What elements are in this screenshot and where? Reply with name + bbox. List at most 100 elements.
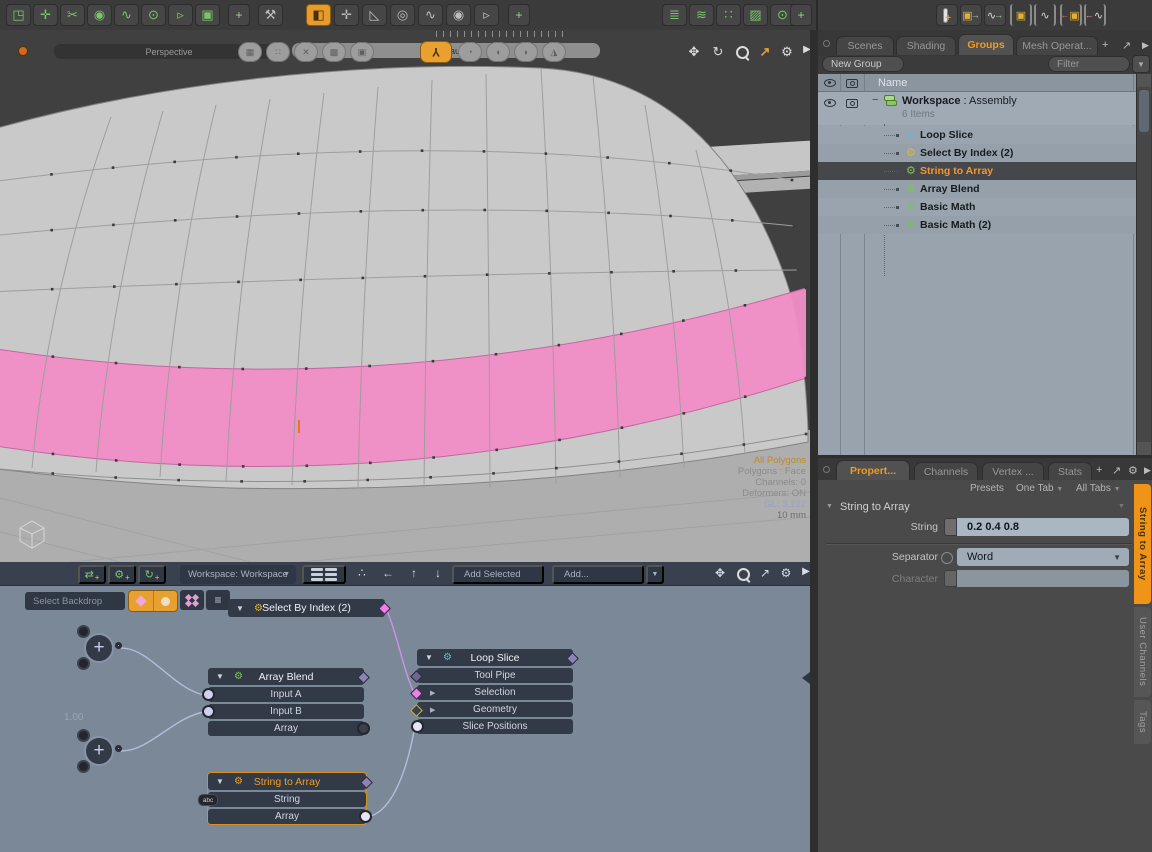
scrollbar-thumb[interactable] — [1139, 90, 1149, 132]
pan-view-icon[interactable]: ✥ — [684, 44, 704, 60]
axis-overlay-toggle-icon[interactable]: Y — [420, 41, 452, 63]
list-item-loop-slice[interactable]: ⚙ Loop Slice — [818, 126, 1136, 144]
add-tab-icon[interactable]: + — [1096, 464, 1102, 476]
eye-icon[interactable] — [824, 99, 836, 107]
node-string-to-array[interactable]: ▼ ⚙ String to Array String abc Array — [207, 772, 367, 825]
section-header-string-to-array[interactable]: ▼ String to Array ▼ — [818, 499, 1134, 517]
diamond-style-button[interactable] — [129, 591, 154, 611]
move-tool-icon[interactable]: ✛ — [33, 4, 58, 26]
tab-shading[interactable]: Shading — [896, 36, 956, 55]
preview-tool-icon[interactable]: ▣ — [195, 4, 220, 26]
export-item-icon[interactable]: ▣→ — [960, 4, 982, 26]
side-tab-string-to-array[interactable]: String to Array — [1134, 484, 1151, 604]
list-item-workspace[interactable]: − Workspace : Assembly 6 Items — [818, 92, 1136, 125]
collapse-icon[interactable]: ▼ — [216, 777, 224, 786]
list-item-string-to-array[interactable]: ⚙ String to Array — [818, 162, 1136, 180]
tab-stats[interactable]: Stats — [1048, 462, 1092, 480]
curve-tool-icon[interactable]: ∿ — [114, 4, 139, 26]
viewport-settings-icon[interactable]: ⚙ — [777, 44, 797, 60]
figure-overlay-toggle-icon[interactable]: ◔ — [458, 42, 482, 62]
falloff-icon[interactable]: ∿ — [418, 4, 443, 26]
action-center-icon[interactable]: ▹ — [474, 4, 499, 26]
mirror-toggle-icon[interactable]: ◗ — [514, 42, 538, 62]
multi-connector-button[interactable] — [180, 590, 204, 610]
expand-panel-icon[interactable]: ↗ — [1112, 464, 1121, 477]
shading-toggle-ghost-icon[interactable]: ✕ — [294, 42, 318, 62]
list-item-select-by-index[interactable]: ⚙ Select By Index (2) — [818, 144, 1136, 162]
node-select-by-index[interactable]: ▼ ⚙ Select By Index (2) — [228, 599, 385, 619]
matcap-toggle-icon[interactable]: ◮ — [542, 42, 566, 62]
presets-label[interactable]: Presets — [970, 483, 1004, 494]
list-scrollbar[interactable] — [1136, 74, 1151, 455]
image-icon[interactable]: ▨ — [743, 4, 768, 26]
section-menu-icon[interactable]: ▼ — [1118, 503, 1125, 510]
zoom-view-icon[interactable] — [732, 46, 752, 62]
visibility-column-eye-icon[interactable] — [824, 79, 836, 87]
shading-toggle-wire-icon[interactable]: ▦ — [238, 42, 262, 62]
tab-groups[interactable]: Groups — [958, 34, 1014, 55]
rotate-view-icon[interactable]: ↻ — [708, 44, 728, 60]
select-backdrop-button[interactable]: Select Backdrop — [25, 592, 125, 610]
list-item-basic-math[interactable]: ⚙ Basic Math — [818, 198, 1136, 216]
abc-string-connector[interactable]: abc — [198, 794, 218, 806]
import-item-icon[interactable]: ←▣ — [1060, 4, 1082, 26]
character-value-input[interactable] — [957, 570, 1129, 587]
expand-panel-icon[interactable]: ↗ — [1122, 39, 1131, 52]
one-tab-dropdown[interactable]: One Tab ▼ — [1016, 483, 1063, 494]
link-style-button[interactable]: ≡ — [206, 590, 230, 610]
math-output-connector[interactable] — [115, 745, 122, 752]
reference-item-icon[interactable]: ▣ — [1010, 4, 1032, 26]
export-channel-icon[interactable]: ∿→ — [984, 4, 1006, 26]
input-b-connector[interactable] — [202, 705, 215, 718]
tab-scenes[interactable]: Scenes — [836, 36, 894, 55]
render-column-camera-icon[interactable] — [846, 79, 858, 88]
side-tab-user-channels[interactable]: User Channels — [1134, 607, 1151, 697]
scrollbar-top-button[interactable] — [1137, 74, 1151, 87]
separator-channel-toggle[interactable] — [941, 552, 953, 564]
play-tool-icon[interactable]: ▹ — [168, 4, 193, 26]
scrollbar-bottom-button[interactable] — [1137, 442, 1151, 455]
tab-vertex-map[interactable]: Vertex ... — [982, 462, 1044, 480]
collapse-icon[interactable]: ▼ — [216, 672, 224, 681]
add-mode-button[interactable]: + — [508, 4, 530, 26]
string-field-knob[interactable] — [944, 518, 957, 536]
add-item-mouse-icon[interactable]: + — [936, 4, 958, 26]
maximize-viewport-icon[interactable]: ↗ — [755, 44, 775, 60]
panel-more-icon[interactable]: ▶ — [1142, 40, 1149, 51]
tab-mesh-operations[interactable]: Mesh Operat... — [1016, 36, 1098, 55]
all-tabs-dropdown[interactable]: All Tabs ▼ — [1076, 483, 1121, 494]
collapse-handle[interactable]: − — [872, 94, 878, 106]
node-loop-slice[interactable]: ▼ ⚙ Loop Slice Tool Pipe ▶Selection ▶Geo… — [417, 649, 573, 736]
new-group-button[interactable]: New Group — [822, 56, 904, 72]
component-move-icon[interactable]: ✛ — [334, 4, 359, 26]
backdrop-toggle-icon[interactable]: ◖ — [486, 42, 510, 62]
collapse-icon[interactable]: ▼ — [425, 653, 433, 662]
import-channel-icon[interactable]: ←∿ — [1084, 4, 1106, 26]
tool-inspector-icon[interactable]: ⚒ — [258, 4, 283, 26]
rotate-view-icon[interactable]: ◎ — [390, 4, 415, 26]
polygon-select-icon[interactable]: ◺ — [362, 4, 387, 26]
array-output-connector[interactable] — [359, 810, 372, 823]
math-output-connector[interactable] — [115, 642, 122, 649]
shading-toggle-texture-icon[interactable]: ▣ — [350, 42, 374, 62]
radial-tool-icon[interactable]: ⊙ — [141, 4, 166, 26]
node-basic-math-add-2[interactable]: + — [84, 736, 114, 766]
camera-icon[interactable] — [846, 99, 858, 108]
filter-funnel-icon[interactable]: ▼ — [1132, 55, 1150, 73]
add-layout-button[interactable]: + — [790, 4, 812, 26]
side-tab-tags[interactable]: Tags — [1134, 700, 1151, 744]
array-output-connector[interactable] — [357, 722, 370, 735]
panel-more-icon[interactable]: ▶ — [1144, 465, 1151, 476]
snapshot-icon[interactable]: ◉ — [446, 4, 471, 26]
list-view-icon[interactable]: ≣ — [662, 4, 687, 26]
panel-splitter-handle[interactable] — [802, 672, 810, 684]
circle-style-button[interactable] — [154, 591, 178, 611]
filter-input[interactable]: Filter — [1048, 56, 1130, 72]
node-array-blend[interactable]: ▼ ⚙ Array Blend Input A Input B Array — [208, 668, 364, 738]
shading-toggle-vertex-icon[interactable]: ∷ — [266, 42, 290, 62]
panel-settings-gear-icon[interactable]: ⚙ — [1128, 464, 1138, 477]
camera-tool-icon[interactable]: ◉ — [87, 4, 112, 26]
slice-positions-connector[interactable] — [411, 720, 424, 733]
tab-properties[interactable]: Propert... — [836, 460, 910, 480]
shading-toggle-shade-icon[interactable]: ▩ — [322, 42, 346, 62]
